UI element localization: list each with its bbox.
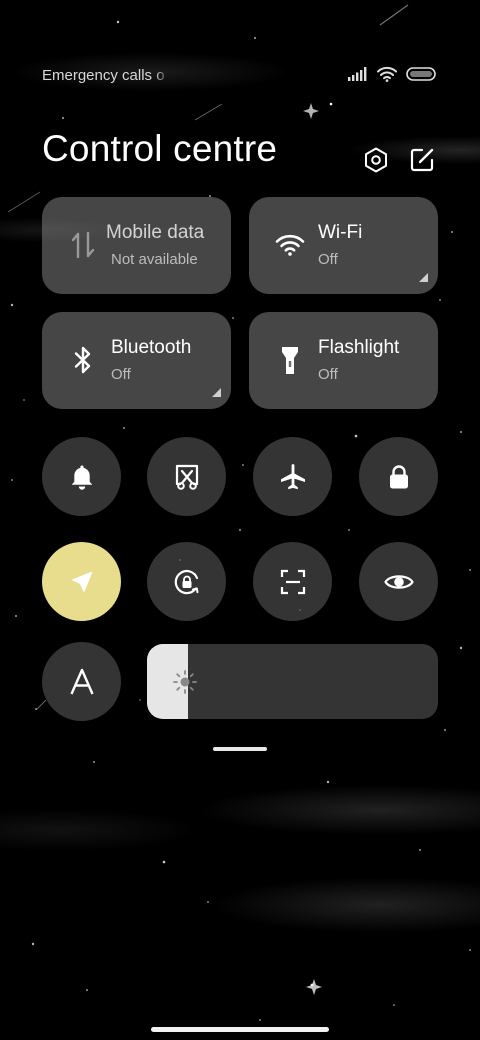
bluetooth-label: Bluetooth bbox=[111, 337, 192, 358]
settings-icon bbox=[365, 147, 387, 173]
mobile-data-tile[interactable]: Mobile data Not available bbox=[42, 197, 231, 294]
reading-mode-button[interactable] bbox=[359, 542, 438, 621]
bluetooth-expand-corner[interactable] bbox=[212, 388, 221, 397]
status-bar: Emergency calls o bbox=[42, 64, 436, 88]
status-text: Emergency calls o bbox=[42, 67, 165, 84]
wifi-expand-corner[interactable] bbox=[419, 273, 428, 282]
airplane-mode-button[interactable] bbox=[253, 437, 332, 516]
wifi-state: Off bbox=[318, 251, 338, 268]
control-centre-screen: Emergency calls o Control centre Mobile … bbox=[0, 0, 480, 1040]
location-button[interactable] bbox=[42, 542, 121, 621]
flashlight-label: Flashlight bbox=[318, 337, 400, 358]
wifi-tile-icon bbox=[275, 229, 305, 261]
scan-icon bbox=[280, 569, 305, 594]
mobile-data-label: Mobile data bbox=[106, 222, 205, 243]
edit-button[interactable] bbox=[408, 146, 436, 174]
flashlight-tile[interactable]: Flashlight Off bbox=[249, 312, 438, 409]
page-title: Control centre bbox=[42, 128, 278, 169]
screenshot-button[interactable] bbox=[147, 437, 226, 516]
flashlight-state: Off bbox=[318, 366, 338, 383]
bell-icon bbox=[71, 465, 92, 490]
airplane-icon bbox=[280, 463, 305, 489]
panel-drag-handle[interactable] bbox=[213, 747, 267, 751]
rotation-lock-icon bbox=[174, 569, 198, 594]
lock-icon bbox=[389, 464, 408, 488]
wifi-label: Wi-Fi bbox=[318, 222, 363, 243]
brightness-slider[interactable] bbox=[147, 644, 438, 719]
text-size-button[interactable]: A bbox=[42, 642, 121, 721]
mobile-data-state: Not available bbox=[111, 251, 198, 268]
mobile-data-icon bbox=[68, 229, 98, 261]
wifi-tile[interactable]: Wi-Fi Off bbox=[249, 197, 438, 294]
location-icon bbox=[71, 571, 92, 592]
home-indicator[interactable] bbox=[151, 1027, 329, 1032]
status-icons bbox=[348, 66, 436, 82]
silent-mode-button[interactable] bbox=[42, 437, 121, 516]
eye-icon bbox=[383, 574, 414, 589]
wifi-icon bbox=[377, 66, 397, 82]
lock-screen-button[interactable] bbox=[359, 437, 438, 516]
edit-icon bbox=[410, 148, 434, 172]
flashlight-icon bbox=[275, 344, 305, 376]
signal-icon bbox=[348, 67, 367, 81]
brightness-icon bbox=[173, 670, 197, 694]
bluetooth-state: Off bbox=[111, 366, 131, 383]
battery-icon bbox=[406, 67, 436, 81]
scanner-button[interactable] bbox=[253, 542, 332, 621]
rotation-lock-button[interactable] bbox=[147, 542, 226, 621]
screenshot-icon bbox=[175, 464, 198, 490]
font-size-icon bbox=[69, 668, 94, 694]
settings-button[interactable] bbox=[362, 146, 390, 174]
bluetooth-tile[interactable]: Bluetooth Off bbox=[42, 312, 231, 409]
bluetooth-icon bbox=[68, 344, 98, 376]
